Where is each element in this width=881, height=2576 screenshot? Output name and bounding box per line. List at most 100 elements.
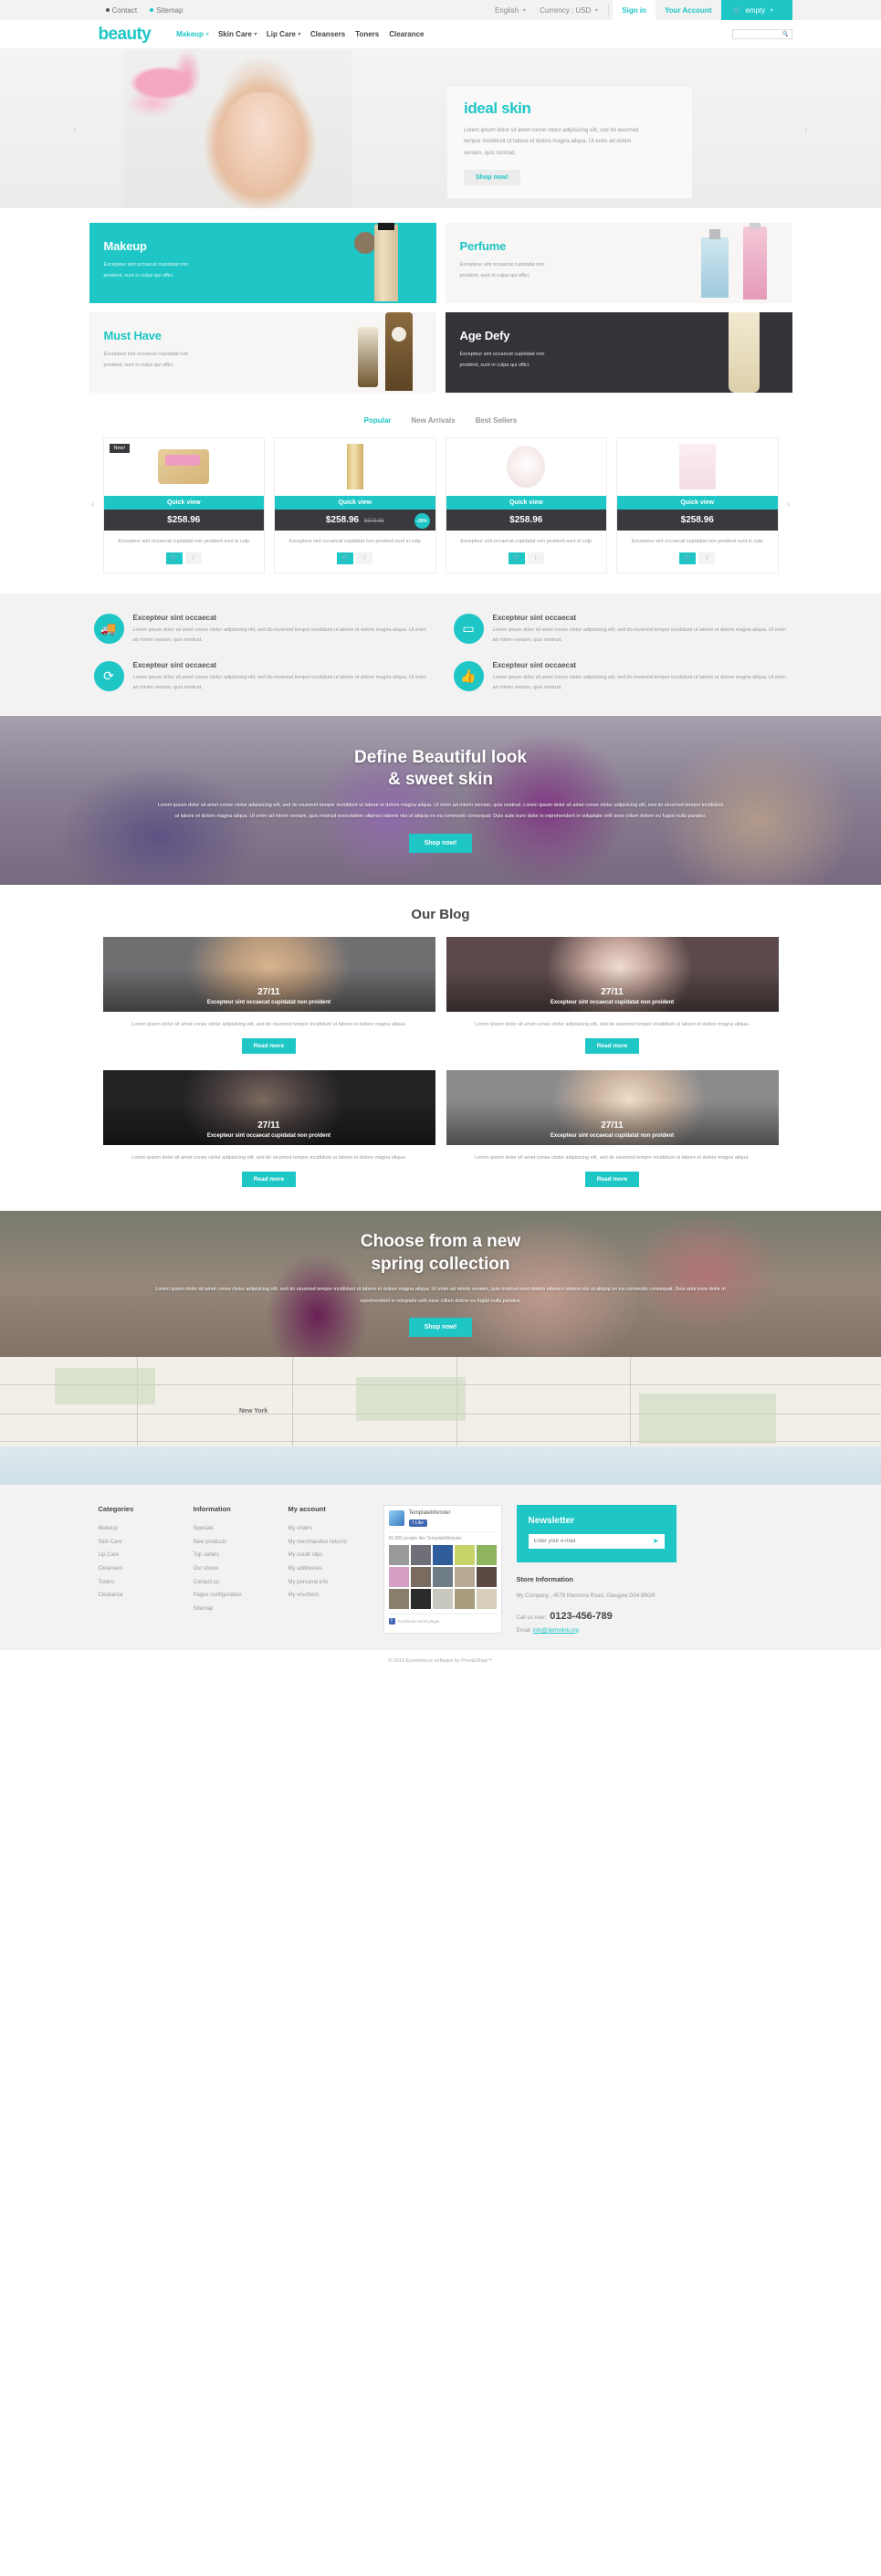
footer-link[interactable]: Skin Care xyxy=(99,1536,179,1550)
quick-view-button[interactable]: Quick view xyxy=(275,496,435,510)
product-card[interactable]: New! Quick view $258.96 Excepteur sint o… xyxy=(102,437,265,573)
add-to-cart-button[interactable]: 🛒 xyxy=(165,552,183,564)
footer-link[interactable]: Top sellers xyxy=(194,1549,274,1562)
banner-title: Must Have xyxy=(103,329,162,342)
read-more-button[interactable]: Read more xyxy=(241,1037,297,1054)
blog-post[interactable]: 27/11 Excepteur sint occaecat cupidatat … xyxy=(446,1069,779,1187)
newsletter-submit-button[interactable]: ➤ xyxy=(653,1537,659,1545)
language-selector[interactable]: English ▾ xyxy=(488,0,532,20)
more-info-button[interactable]: i xyxy=(356,552,373,564)
footer-link[interactable]: My merchandise returns xyxy=(288,1536,369,1550)
search-box[interactable]: 🔍 xyxy=(731,29,792,39)
footer-link[interactable]: My personal info xyxy=(288,1576,369,1590)
footer-link[interactable]: Sitemap xyxy=(194,1603,274,1616)
perfume-bottle-image-2 xyxy=(742,223,767,300)
read-more-button[interactable]: Read more xyxy=(584,1037,640,1054)
footer-link[interactable]: Makeup xyxy=(99,1522,179,1536)
sitemap-link[interactable]: Sitemap xyxy=(150,6,183,15)
your-account-link[interactable]: Your Account xyxy=(656,0,721,20)
banner-makeup[interactable]: Makeup Excepteur sint occaecat cupidatat… xyxy=(89,223,436,303)
newsletter-form[interactable]: ➤ xyxy=(528,1533,665,1549)
store-map[interactable]: New York xyxy=(0,1356,881,1485)
contact-link[interactable]: Contact xyxy=(105,6,137,15)
more-info-button[interactable]: i xyxy=(698,552,716,564)
product-image[interactable] xyxy=(275,438,435,496)
product-image[interactable] xyxy=(617,438,778,496)
footer-link[interactable]: My vouchers xyxy=(288,1589,369,1603)
blog-post-text: Lorem ipsum dolor sit amet conse ctetur … xyxy=(475,1154,750,1161)
hero-slider: ‹ › ideal skin Lorem ipsum dolor sit ame… xyxy=(0,48,881,208)
nav-item-skin-care[interactable]: Skin Care ▾ xyxy=(218,30,257,38)
read-more-button[interactable]: Read more xyxy=(241,1171,297,1187)
slider-next-arrow[interactable]: › xyxy=(804,121,808,135)
parallax-shop-now-button[interactable]: Shop now! xyxy=(408,834,473,854)
facebook-widget[interactable]: TemplateMonster f Like 60,680 people lik… xyxy=(383,1504,502,1634)
product-image[interactable] xyxy=(446,438,606,496)
carousel-next-arrow[interactable]: › xyxy=(784,499,793,510)
quick-view-button[interactable]: Quick view xyxy=(617,496,778,510)
blog-post-image[interactable]: 27/11 Excepteur sint occaecat cupidatat … xyxy=(102,936,435,1012)
footer-link[interactable]: Clearance xyxy=(99,1589,179,1603)
carousel-prev-arrow[interactable]: ‹ xyxy=(89,499,98,510)
nav-item-clearance[interactable]: Clearance xyxy=(389,30,424,38)
product-card[interactable]: Quick view $258.96 $378.96 -20% Excepteu… xyxy=(274,437,436,573)
footer-link[interactable]: Our stores xyxy=(194,1562,274,1576)
footer-link[interactable]: Toners xyxy=(99,1576,179,1590)
banner-perfume[interactable]: Perfume Excepteur sint occaecat cupidata… xyxy=(445,223,792,303)
footer-link[interactable]: My credit slips xyxy=(288,1549,369,1562)
blog-post-text: Lorem ipsum dolor sit amet conse ctetur … xyxy=(475,1021,750,1027)
nav-item-makeup[interactable]: Makeup ▾ xyxy=(176,30,208,38)
sign-in-button[interactable]: Sign in xyxy=(613,0,656,20)
footer-link[interactable]: Contact us xyxy=(194,1576,274,1590)
blog-post-image[interactable]: 27/11 Excepteur sint occaecat cupidatat … xyxy=(102,1069,435,1145)
newsletter-email-input[interactable] xyxy=(533,1538,653,1544)
tab-new-arrivals[interactable]: New Arrivals xyxy=(411,416,455,425)
quick-view-button[interactable]: Quick view xyxy=(446,496,606,510)
blog-post-heading: Excepteur sint occaecat cupidatat non pr… xyxy=(206,1132,331,1139)
product-card[interactable]: Quick view $258.96 Excepteur sint occaec… xyxy=(445,437,607,573)
more-info-button[interactable]: i xyxy=(184,552,202,564)
footer-link[interactable]: Pages configuration xyxy=(194,1589,274,1603)
footer-link[interactable]: Lip Care xyxy=(99,1549,179,1562)
nav-item-cleansers[interactable]: Cleansers xyxy=(310,30,345,38)
banner-age-defy[interactable]: Age Defy Excepteur sint occaecat cupidat… xyxy=(445,312,792,393)
more-info-button[interactable]: i xyxy=(527,552,544,564)
banner-must-have[interactable]: Must Have Excepteur sint occaecat cupida… xyxy=(89,312,436,393)
footer-link[interactable]: Specials xyxy=(194,1522,274,1536)
add-to-cart-button[interactable]: 🛒 xyxy=(337,552,354,564)
tab-popular[interactable]: Popular xyxy=(364,416,392,425)
map-city-label: New York xyxy=(239,1407,268,1414)
currency-selector[interactable]: Currency : USD ▾ xyxy=(532,0,604,20)
quick-view-button[interactable]: Quick view xyxy=(103,496,264,510)
add-to-cart-button[interactable]: 🛒 xyxy=(508,552,525,564)
facebook-like-button[interactable]: f Like xyxy=(408,1519,428,1527)
store-email-link[interactable]: info@demolink.org xyxy=(533,1628,579,1634)
blog-post[interactable]: 27/11 Excepteur sint occaecat cupidatat … xyxy=(102,936,435,1054)
hero-shop-now-button[interactable]: Shop now! xyxy=(464,169,520,185)
blog-post[interactable]: 27/11 Excepteur sint occaecat cupidatat … xyxy=(446,936,779,1054)
blog-post[interactable]: 27/11 Excepteur sint occaecat cupidatat … xyxy=(102,1069,435,1187)
slider-prev-arrow[interactable]: ‹ xyxy=(73,121,77,135)
search-input[interactable] xyxy=(735,31,782,37)
blog-post-image[interactable]: 27/11 Excepteur sint occaecat cupidatat … xyxy=(446,1069,779,1145)
blog-post-image[interactable]: 27/11 Excepteur sint occaecat cupidatat … xyxy=(446,936,779,1012)
nav-item-lip-care[interactable]: Lip Care ▾ xyxy=(267,30,300,38)
blog-section: Our Blog 27/11 Excepteur sint occaecat c… xyxy=(0,884,881,1211)
footer-link[interactable]: My orders xyxy=(288,1522,369,1536)
nav-item-toners[interactable]: Toners xyxy=(355,30,379,38)
feature-text: Lorem ipsum dolor sit amet conse ctetur … xyxy=(492,626,786,644)
search-icon[interactable]: 🔍 xyxy=(781,31,788,37)
site-logo[interactable]: beauty xyxy=(99,25,152,45)
foundation-bottle-image xyxy=(373,223,398,301)
product-price-bar: $258.96 xyxy=(103,510,264,531)
footer-link[interactable]: New products xyxy=(194,1536,274,1550)
blog-post-text: Lorem ipsum dolor sit amet conse ctetur … xyxy=(131,1154,406,1161)
footer-link[interactable]: My addresses xyxy=(288,1562,369,1576)
product-card[interactable]: Quick view $258.96 Excepteur sint occaec… xyxy=(616,437,779,573)
parallax2-shop-now-button[interactable]: Shop now! xyxy=(408,1317,473,1337)
read-more-button[interactable]: Read more xyxy=(584,1171,640,1187)
footer-link[interactable]: Cleansers xyxy=(99,1562,179,1576)
cart-button[interactable]: 🛒 empty ▾ xyxy=(720,0,792,20)
add-to-cart-button[interactable]: 🛒 xyxy=(679,552,697,564)
tab-best-sellers[interactable]: Best Sellers xyxy=(476,416,518,425)
